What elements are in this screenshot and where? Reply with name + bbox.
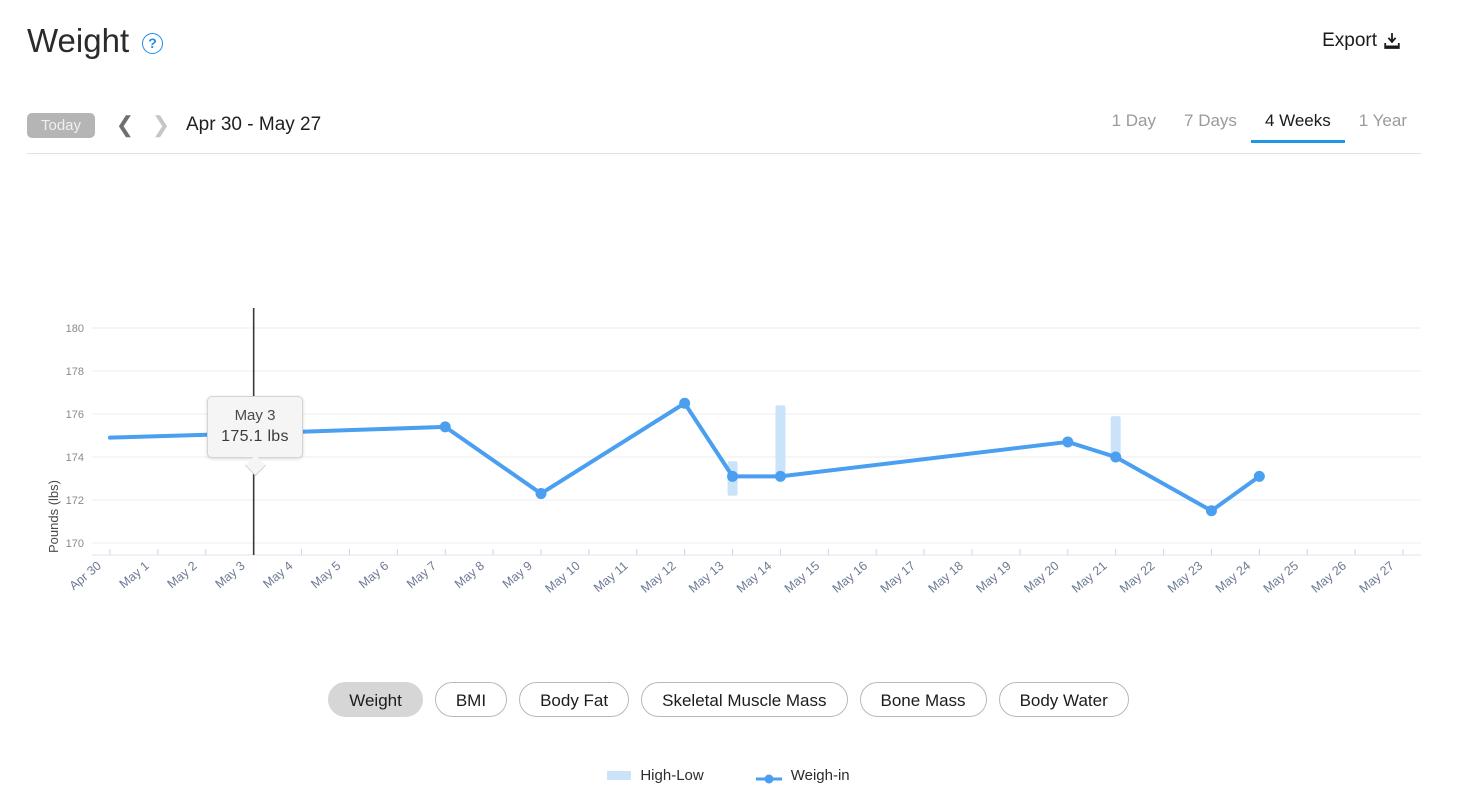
metric-pill-skeletal-muscle-mass[interactable]: Skeletal Muscle Mass	[641, 682, 848, 717]
svg-text:178: 178	[66, 366, 84, 378]
svg-text:May 17: May 17	[878, 559, 918, 596]
svg-text:May 19: May 19	[973, 559, 1013, 596]
tooltip-date: May 3	[234, 407, 276, 424]
tooltip-value: 175.1 lbs	[221, 428, 289, 445]
svg-text:Apr 30: Apr 30	[67, 559, 104, 593]
svg-text:May 8: May 8	[452, 559, 487, 592]
svg-text:May 9: May 9	[500, 559, 535, 592]
metric-pill-body-fat[interactable]: Body Fat	[519, 682, 630, 717]
svg-text:May 12: May 12	[638, 559, 678, 596]
svg-text:May 21: May 21	[1069, 559, 1109, 596]
tab-1-day[interactable]: 1 Day	[1098, 105, 1170, 143]
svg-text:180: 180	[66, 323, 84, 335]
tab-1-year[interactable]: 1 Year	[1345, 105, 1421, 143]
download-icon	[1384, 32, 1400, 50]
svg-text:May 14: May 14	[734, 559, 774, 596]
legend-item-high-low[interactable]: High-Low	[607, 767, 704, 784]
svg-text:May 15: May 15	[782, 559, 822, 596]
svg-text:170: 170	[66, 538, 84, 550]
svg-text:May 16: May 16	[830, 559, 870, 596]
svg-text:May 13: May 13	[686, 559, 726, 596]
range-tabs: 1 Day 7 Days 4 Weeks 1 Year	[1098, 105, 1421, 153]
chart-highlow-bars	[727, 405, 1121, 496]
chart-y-axis-title: Pounds (lbs)	[46, 480, 61, 553]
svg-text:May 11: May 11	[591, 559, 631, 596]
svg-text:174: 174	[66, 452, 84, 464]
svg-text:May 26: May 26	[1309, 559, 1349, 596]
page-title: Weight	[27, 22, 130, 59]
weighin-swatch-icon	[755, 771, 782, 783]
metric-selector: Weight BMI Body Fat Skeletal Muscle Mass…	[0, 682, 1457, 717]
svg-text:May 7: May 7	[404, 559, 439, 592]
svg-text:May 22: May 22	[1117, 559, 1157, 596]
svg-text:May 3: May 3	[213, 559, 248, 592]
tab-4-weeks[interactable]: 4 Weeks	[1250, 105, 1345, 143]
svg-text:May 25: May 25	[1261, 559, 1301, 596]
metric-pill-bone-mass[interactable]: Bone Mass	[859, 682, 987, 717]
svg-text:May 10: May 10	[542, 559, 582, 596]
chart-x-axis	[92, 549, 1421, 556]
svg-text:May 2: May 2	[165, 559, 200, 592]
svg-text:May 4: May 4	[260, 559, 295, 592]
svg-text:May 24: May 24	[1213, 559, 1253, 596]
chevron-right-icon[interactable]: ❯	[151, 112, 171, 138]
tab-7-days[interactable]: 7 Days	[1170, 105, 1251, 143]
weight-chart: 170 172 174 176 178 180 Apr 30 May 1 May 2 May 3…	[0, 150, 1457, 784]
legend-label-high-low: High-Low	[640, 767, 704, 784]
svg-text:176: 176	[66, 409, 84, 421]
chart-legend: High-Low Weigh-in	[0, 767, 1457, 784]
metric-pill-body-water[interactable]: Body Water	[998, 682, 1129, 717]
metric-pill-weight[interactable]: Weight	[328, 682, 423, 717]
svg-text:172: 172	[66, 495, 84, 507]
legend-item-weigh-in[interactable]: Weigh-in	[755, 767, 850, 784]
date-navigation-bar: Today ❮ ❯ Apr 30 - May 27 1 Day 7 Days 4…	[27, 105, 1421, 154]
svg-text:May 27: May 27	[1357, 559, 1397, 596]
svg-text:May 20: May 20	[1021, 559, 1061, 596]
chart-y-tick-labels: 170 172 174 176 178 180	[66, 323, 84, 550]
legend-label-weigh-in: Weigh-in	[790, 767, 850, 784]
today-button[interactable]: Today	[27, 113, 95, 138]
date-range-label: Apr 30 - May 27	[186, 114, 322, 135]
chevron-left-icon[interactable]: ❮	[115, 112, 135, 138]
export-button[interactable]: Export	[1322, 30, 1400, 52]
svg-text:May 23: May 23	[1165, 559, 1205, 596]
chart-tooltip: May 3 175.1 lbs	[207, 396, 303, 477]
svg-text:May 6: May 6	[356, 559, 391, 592]
question-circle-icon[interactable]: ?	[142, 33, 163, 54]
export-label: Export	[1322, 30, 1377, 51]
metric-pill-bmi[interactable]: BMI	[434, 682, 508, 717]
svg-text:May 1: May 1	[117, 559, 152, 592]
page-header: Weight ? Export	[0, 0, 1457, 92]
highlow-swatch-icon	[607, 771, 632, 780]
chart-x-tick-labels: Apr 30 May 1 May 2 May 3 May 4 May 5 May 6 May …	[67, 559, 1397, 596]
svg-text:May 5: May 5	[308, 559, 343, 592]
svg-text:May 18: May 18	[926, 559, 966, 596]
